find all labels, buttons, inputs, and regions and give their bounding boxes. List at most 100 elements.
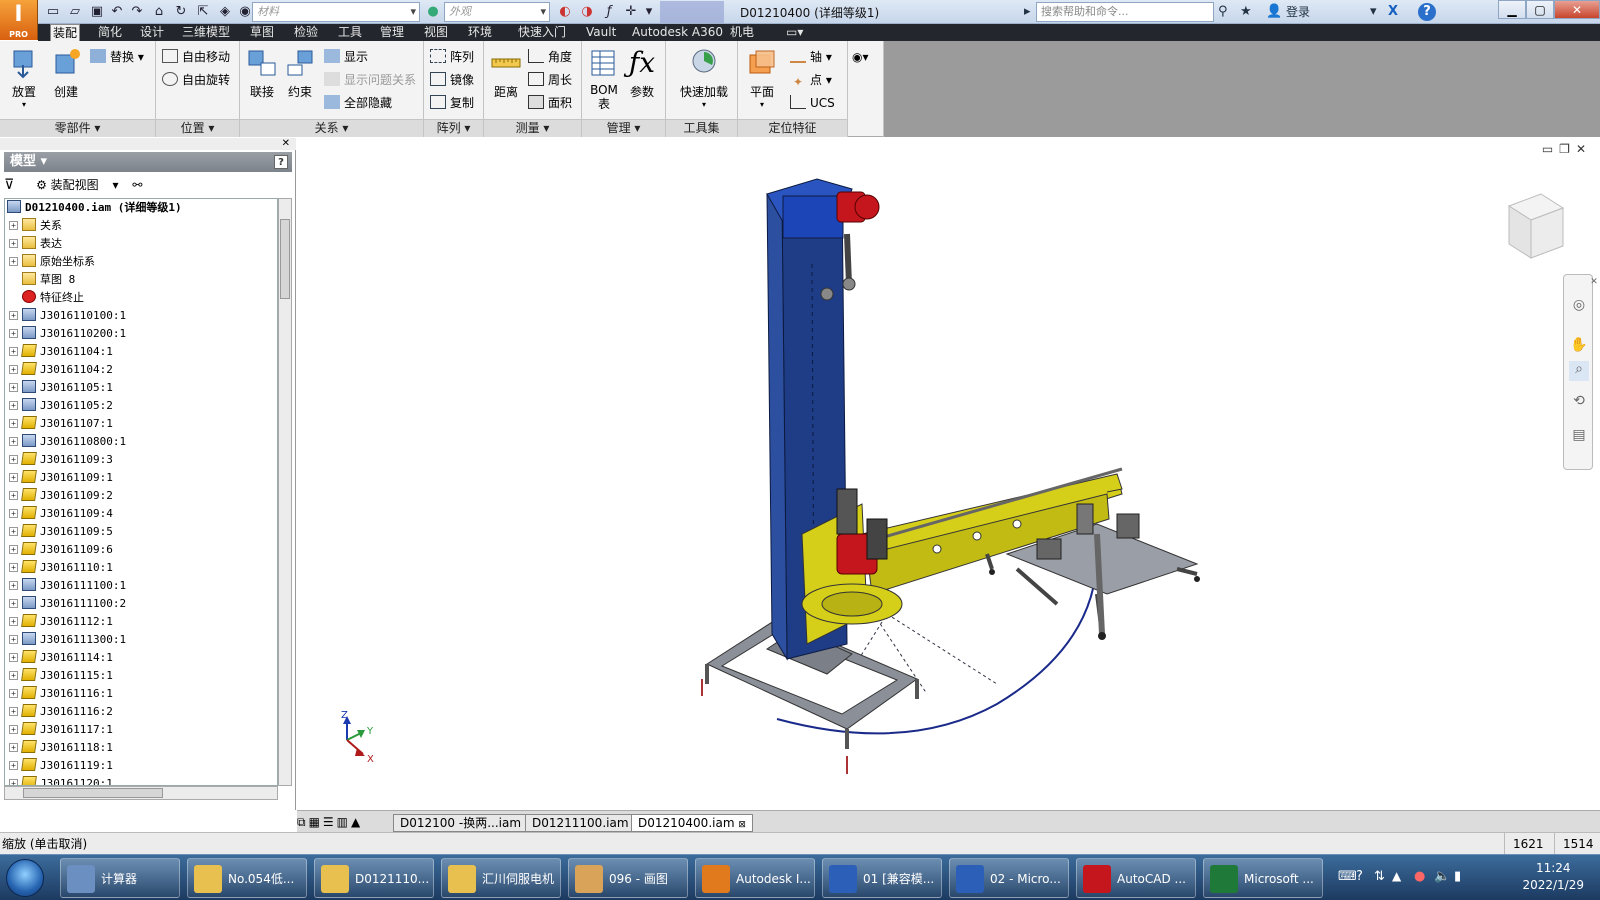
viewport-window-controls[interactable]: ▭❐✕: [1542, 142, 1592, 156]
distance-button[interactable]: 距离: [486, 45, 526, 115]
show-button[interactable]: 显示: [324, 47, 368, 67]
save-icon[interactable]: ▣: [88, 3, 106, 21]
taskbar-item[interactable]: 02 - Micro...: [949, 858, 1069, 898]
tray-menu-icon[interactable]: ⇅: [1374, 869, 1385, 884]
expand-icon[interactable]: +: [9, 545, 18, 554]
tree-item[interactable]: + J30161109:6: [5, 541, 277, 559]
tab-a360[interactable]: Autodesk A360: [630, 24, 725, 41]
tree-item[interactable]: + J3016111100:2: [5, 595, 277, 613]
window-arrange-icons[interactable]: ⧉▦☰▥▲: [297, 814, 387, 832]
tree-item[interactable]: + J30161110:1: [5, 559, 277, 577]
tree-item[interactable]: + J30161105:1: [5, 379, 277, 397]
browser-header[interactable]: 模型 ▾ ?: [4, 152, 292, 172]
pattern-button[interactable]: 阵列: [430, 47, 474, 67]
tab-manage[interactable]: 管理: [378, 24, 406, 41]
bom-button[interactable]: BOM 表: [584, 45, 624, 115]
appearance-icon[interactable]: ●: [424, 3, 442, 21]
tab-simplify[interactable]: 简化: [96, 24, 124, 41]
expand-icon[interactable]: +: [9, 563, 18, 572]
tree-item[interactable]: + J3016110200:1: [5, 325, 277, 343]
expand-icon[interactable]: +: [9, 257, 18, 266]
expand-icon[interactable]: +: [9, 239, 18, 248]
angle-button[interactable]: 角度: [528, 47, 572, 67]
expand-icon[interactable]: +: [9, 437, 18, 446]
taskbar-item[interactable]: 计算器: [60, 858, 180, 898]
home-icon[interactable]: ⌂: [150, 3, 168, 21]
panel-relationships-label[interactable]: 关系 ▾: [240, 119, 423, 137]
tree-item[interactable]: + J30161117:1: [5, 721, 277, 739]
constraint-button[interactable]: 约束: [280, 45, 320, 115]
panel-position-label[interactable]: 位置 ▾: [156, 119, 239, 137]
expand-icon[interactable]: +: [9, 599, 18, 608]
fx-icon[interactable]: ƒ: [600, 3, 618, 21]
expand-icon[interactable]: +: [9, 509, 18, 518]
browser-close-icon[interactable]: ✕: [0, 138, 296, 150]
material-select[interactable]: 材料: [252, 2, 420, 22]
taskbar-item[interactable]: No.054低...: [187, 858, 307, 898]
copy-button[interactable]: 复制: [430, 93, 474, 113]
tab-get-started[interactable]: 快速入门: [516, 24, 568, 41]
expand-icon[interactable]: +: [9, 347, 18, 356]
tree-item[interactable]: + J30161112:1: [5, 613, 277, 631]
view-dropdown-icon[interactable]: ▾: [113, 178, 119, 192]
viewcube[interactable]: [1501, 188, 1567, 262]
tree-item[interactable]: + J3016111300:1: [5, 631, 277, 649]
tab-vault[interactable]: Vault: [584, 24, 618, 41]
help-search-input[interactable]: 搜索帮助和命令...: [1036, 2, 1214, 22]
expand-icon[interactable]: +: [9, 365, 18, 374]
tab-electromechanical[interactable]: 机电: [728, 24, 756, 41]
select-icon[interactable]: ⇱: [194, 3, 212, 21]
help-icon[interactable]: ?: [1418, 3, 1436, 21]
expand-icon[interactable]: +: [9, 725, 18, 734]
replace-button[interactable]: 替换 ▾: [90, 47, 144, 67]
panel-pattern-label[interactable]: 阵列 ▾: [424, 119, 483, 137]
volume-icon[interactable]: 🔈: [1434, 869, 1450, 884]
perimeter-button[interactable]: 周长: [528, 70, 572, 90]
expand-icon[interactable]: +: [9, 761, 18, 770]
ribbon-options-icon[interactable]: ▭▾: [784, 24, 805, 41]
tab-tools[interactable]: 工具: [336, 24, 364, 41]
tab-design[interactable]: 设计: [138, 24, 166, 41]
tree-item[interactable]: 特征终止: [5, 289, 277, 307]
tab-3d-model[interactable]: 三维模型: [180, 24, 232, 41]
hide-all-button[interactable]: 全部隐藏: [324, 93, 392, 113]
assembly-view-icon[interactable]: ⚙: [36, 178, 47, 192]
joint-button[interactable]: 联接: [242, 45, 282, 115]
vertical-scroll-thumb[interactable]: [280, 219, 290, 299]
tree-item[interactable]: + J30161119:1: [5, 757, 277, 775]
search-expand-icon[interactable]: ▸: [1024, 3, 1031, 21]
tree-item[interactable]: + J30161116:2: [5, 703, 277, 721]
assembly-view-dropdown[interactable]: 装配视图: [51, 178, 99, 192]
expand-icon[interactable]: +: [9, 689, 18, 698]
find-binoculars-icon[interactable]: ⚯: [132, 178, 142, 192]
tree-item[interactable]: + 关系: [5, 217, 277, 235]
maximize-icon[interactable]: ▢: [1526, 0, 1554, 19]
create-button[interactable]: 创建: [46, 45, 86, 115]
tree-item[interactable]: + 表达: [5, 235, 277, 253]
exchange-icon[interactable]: X: [1388, 3, 1398, 21]
new-file-icon[interactable]: ▭: [44, 3, 62, 21]
tree-item[interactable]: + J30161104:1: [5, 343, 277, 361]
doc-tab-close-icon[interactable]: ⊠: [738, 820, 746, 830]
tree-item[interactable]: + J3016111100:1: [5, 577, 277, 595]
minimize-icon[interactable]: ▁: [1498, 0, 1526, 19]
free-rotate-button[interactable]: 自由旋转: [162, 70, 230, 90]
binoculars-icon[interactable]: ⚲: [1218, 3, 1228, 21]
expand-icon[interactable]: +: [9, 707, 18, 716]
tree-item[interactable]: + J30161115:1: [5, 667, 277, 685]
tab-sketch[interactable]: 草图: [248, 24, 276, 41]
expand-icon[interactable]: +: [9, 383, 18, 392]
crosshair-icon[interactable]: ✛: [622, 3, 640, 21]
clear-appearance-icon[interactable]: ◐: [556, 3, 574, 21]
ucs-button[interactable]: UCS: [790, 93, 835, 113]
properties-icon[interactable]: ◈: [216, 3, 234, 21]
expand-icon[interactable]: +: [9, 455, 18, 464]
doc-tab-active[interactable]: D01210400.iam ⊠: [631, 814, 753, 832]
undo-icon[interactable]: ↶: [108, 3, 126, 21]
expand-icon[interactable]: +: [9, 401, 18, 410]
area-button[interactable]: 面积: [528, 93, 572, 113]
model-3d-view[interactable]: [677, 174, 1237, 784]
extra-dropdown-icon[interactable]: ◉▾: [852, 47, 869, 67]
panel-manage-label[interactable]: 管理 ▾: [582, 119, 665, 137]
favorites-icon[interactable]: ★: [1240, 3, 1252, 21]
